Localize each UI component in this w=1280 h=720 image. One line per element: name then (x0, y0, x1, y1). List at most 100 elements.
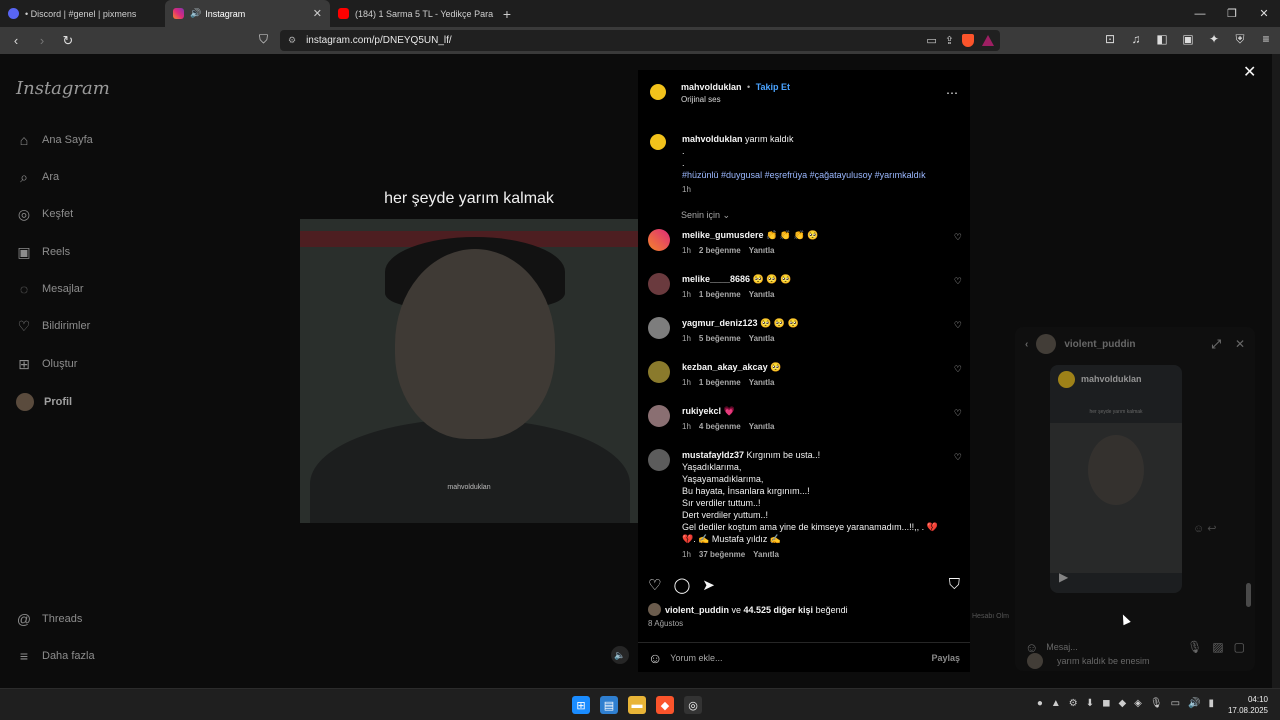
minimize-icon[interactable]: — (1184, 0, 1216, 27)
send-icon[interactable]: ➤ (702, 576, 715, 594)
brave-icon[interactable]: ◆ (656, 696, 674, 714)
menu-icon[interactable]: ≡ (1258, 32, 1274, 47)
more-options-icon[interactable]: ⋯ (946, 86, 958, 100)
comment-avatar[interactable] (648, 317, 670, 339)
brave-rewards-icon[interactable] (982, 35, 994, 46)
close-icon[interactable]: ✕ (1243, 62, 1256, 82)
sidebar-item-reels[interactable]: ▣ Reels (16, 244, 70, 260)
dm-scrollbar[interactable] (1246, 367, 1251, 617)
message-input[interactable]: Mesaj... (1046, 642, 1078, 652)
comment-like-icon[interactable]: ♡ (954, 276, 962, 287)
sidebar-item-profile[interactable]: Profil (16, 393, 72, 411)
share-button[interactable]: Paylaş (931, 653, 960, 663)
microphone-icon[interactable]: 🎙 (1187, 640, 1202, 654)
comment-avatar[interactable] (648, 273, 670, 295)
audio-label[interactable]: Orijinal ses (681, 95, 790, 104)
save-icon[interactable]: ⛉ (949, 576, 960, 594)
network-icon[interactable]: ▭ (1171, 698, 1180, 709)
comment-like-icon[interactable]: ♡ (954, 364, 962, 375)
react-reply-icons[interactable]: ☺ ↩ (1193, 522, 1217, 535)
battery-icon[interactable]: ▮ (1208, 698, 1214, 709)
tray-icon[interactable]: ◼ (1102, 698, 1110, 709)
site-settings-icon[interactable]: ⚙ (288, 35, 296, 46)
screenshot-icon[interactable]: ⊡ (1102, 32, 1118, 47)
expand-icon[interactable]: ⤢ (1211, 337, 1221, 352)
shared-reel-card[interactable]: mahvolduklan her şeyde yarım kalmak ▶ (1050, 365, 1182, 593)
sidebar-item-create[interactable]: ⊞ Oluştur (16, 356, 77, 372)
tab-discord[interactable]: • Discord | #genel | pixmens (0, 0, 165, 27)
comment-avatar[interactable] (648, 405, 670, 427)
image-icon[interactable]: ▨ (1212, 640, 1223, 654)
sidebar-item-more[interactable]: ≡ Daha fazla (16, 648, 95, 664)
comment-avatar[interactable] (648, 229, 670, 251)
hashtags[interactable]: #hüzünlü #duygusal #eşrefrüya #çağatayul… (682, 169, 952, 181)
close-tab-icon[interactable]: ✕ (313, 7, 322, 20)
file-explorer-icon[interactable]: ▬ (628, 696, 646, 714)
comment-avatar[interactable] (648, 361, 670, 383)
tray-icon[interactable]: ◈ (1134, 698, 1142, 709)
steam-icon[interactable]: ◎ (684, 696, 702, 714)
restore-icon[interactable]: ❐ (1216, 0, 1248, 27)
page-scrollbar[interactable] (1272, 54, 1280, 688)
comment-icon[interactable]: ◯ (673, 576, 690, 594)
author-username[interactable]: mahvolduklan (681, 82, 742, 92)
speaker-icon[interactable]: 🔊 (190, 8, 201, 19)
sidebar-item-search[interactable]: ⌕ Ara (16, 169, 59, 185)
bookmark-icon[interactable]: ⛉ (259, 32, 268, 47)
likes-summary[interactable]: violent_puddin ve 44.525 diğer kişi beğe… (648, 603, 848, 616)
wallet-icon[interactable]: ▣ (1180, 32, 1196, 47)
author-avatar[interactable] (648, 82, 668, 102)
tab-youtube[interactable]: (184) 1 Sarma 5 TL - Yedikçe Para Ka (330, 0, 495, 27)
emoji-icon[interactable]: ☺ (648, 650, 662, 666)
microphone-icon[interactable]: 🎙 (1150, 698, 1163, 709)
leo-icon[interactable]: ✦ (1206, 32, 1222, 47)
tab-instagram[interactable]: 🔊 Instagram ✕ (165, 0, 330, 27)
tray-icon[interactable]: ▲ (1051, 698, 1061, 709)
comment-like-icon[interactable]: ♡ (954, 232, 962, 243)
media-icon[interactable]: ♫ (1128, 32, 1144, 47)
brave-shield-icon[interactable] (962, 34, 974, 47)
sidebar-item-explore[interactable]: ◎ Keşfet (16, 206, 73, 222)
windows-start-icon[interactable]: ⊞ (572, 696, 590, 714)
sidebar-icon[interactable]: ◧ (1154, 32, 1170, 47)
widgets-icon[interactable]: ▤ (600, 696, 618, 714)
comment-sort[interactable]: Senin için ⌄ (681, 210, 730, 221)
emoji-icon[interactable]: ☺ (1025, 640, 1038, 655)
vpn-icon[interactable]: ⛨ (1232, 32, 1248, 47)
sidebar-item-messages[interactable]: ◌ Mesajlar (16, 281, 84, 297)
comment-avatar[interactable] (648, 449, 670, 471)
new-tab-button[interactable]: + (495, 0, 519, 27)
reload-icon[interactable]: ↻ (58, 33, 78, 49)
share-icon[interactable]: ⇪ (945, 34, 954, 47)
forward-icon[interactable]: › (32, 33, 52, 48)
compass-icon: ◎ (17, 205, 31, 222)
cast-icon[interactable]: ▭ (926, 34, 936, 47)
volume-icon[interactable]: 🔊 (1188, 698, 1200, 709)
back-icon[interactable]: ‹ (1025, 339, 1028, 350)
comment-input[interactable]: Yorum ekle... (670, 653, 722, 663)
back-icon[interactable]: ‹ (6, 33, 26, 48)
tray-icon[interactable]: ● (1037, 698, 1043, 709)
clock[interactable]: 04:10 17.08.2025 (1228, 694, 1268, 716)
comment-like-icon[interactable]: ♡ (954, 452, 962, 463)
reel-video[interactable]: mahvolduklan (300, 219, 638, 523)
screen: • Discord | #genel | pixmens 🔊 Instagram… (0, 0, 1280, 720)
sticker-icon[interactable]: ▢ (1234, 640, 1245, 654)
tray-icon[interactable]: ◆ (1118, 698, 1126, 709)
comment-like-icon[interactable]: ♡ (954, 408, 962, 419)
tray-icon[interactable]: ⚙ (1069, 698, 1078, 709)
close-icon[interactable]: ✕ (1235, 337, 1245, 352)
follow-button[interactable]: Takip Et (756, 82, 790, 92)
comment-like-icon[interactable]: ♡ (954, 320, 962, 331)
sidebar-item-home[interactable]: ⌂ Ana Sayfa (16, 132, 93, 148)
sidebar-item-notifications[interactable]: ♡ Bildirimler (16, 318, 91, 334)
caption-avatar[interactable] (648, 132, 668, 152)
dm-username[interactable]: violent_puddin (1064, 339, 1135, 350)
like-icon[interactable]: ♡ (648, 576, 661, 594)
mute-icon[interactable]: 🔈 (611, 646, 629, 664)
close-window-icon[interactable]: ✕ (1248, 0, 1280, 27)
url-bar[interactable]: ⚙ instagram.com/p/DNEYQ5UN_lf/ ▭ ⇪ (280, 30, 1000, 51)
instagram-logo[interactable]: Instagram (16, 78, 110, 99)
sidebar-item-threads[interactable]: @ Threads (16, 611, 82, 627)
tray-icon[interactable]: ⬇ (1086, 698, 1094, 709)
